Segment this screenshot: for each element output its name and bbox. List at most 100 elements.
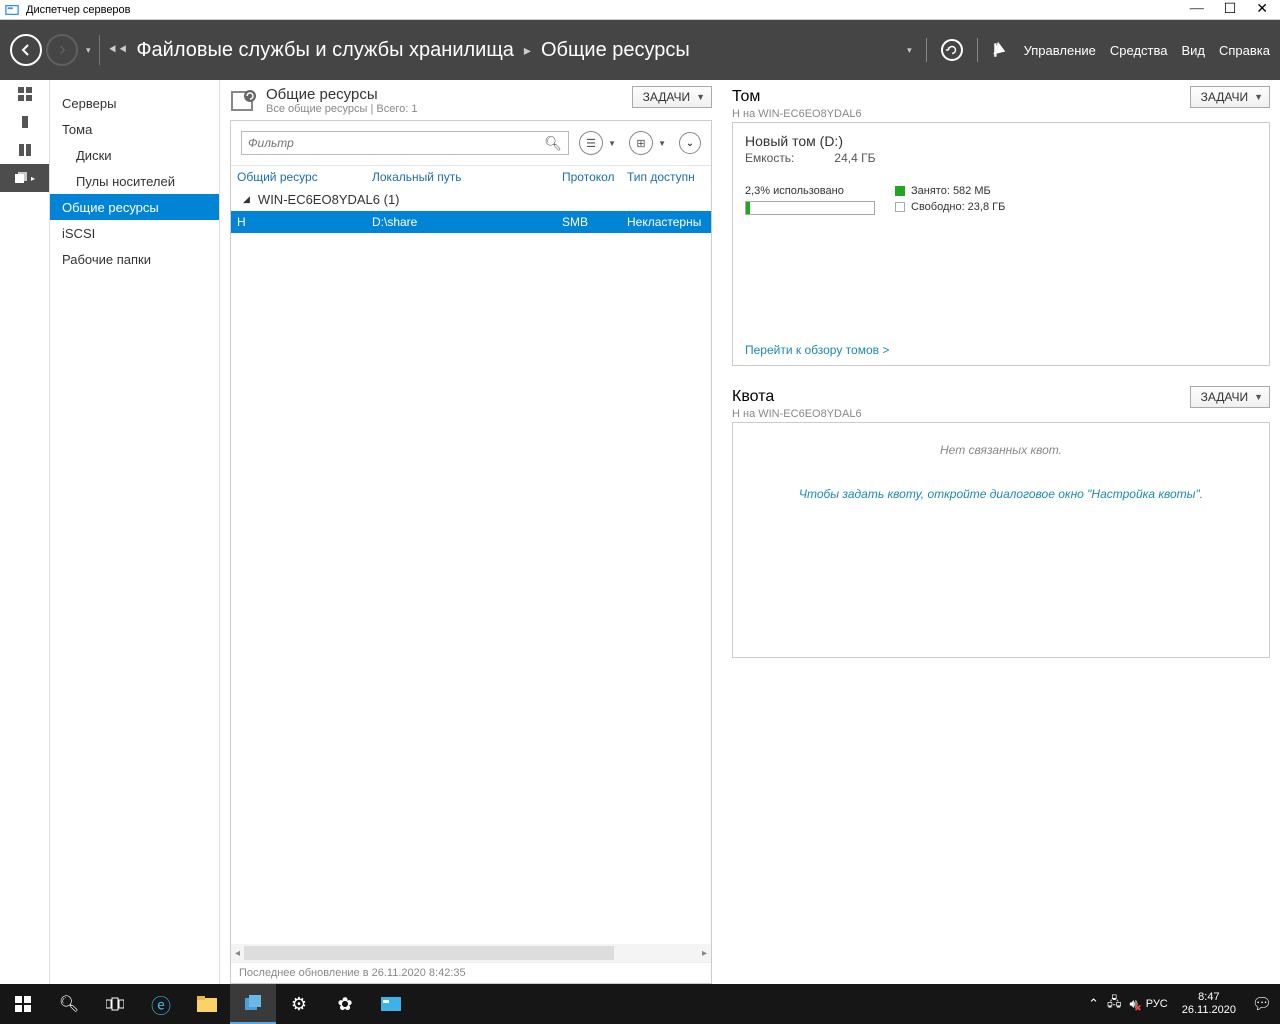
group-label: WIN-EC6EO8YDAL6 (1) [258,192,400,207]
chevron-down-icon: ▼ [1254,392,1263,402]
scroll-left-icon[interactable]: ◂ [235,948,240,959]
sidebar-item-volumes[interactable]: Тома [50,116,219,142]
volume-subtitle: H на WIN-EC6EO8YDAL6 [732,108,1270,120]
breadcrumb-section2[interactable]: Общие ресурсы [541,39,690,62]
shares-tasks-label: ЗАДАЧИ [643,90,690,104]
header-bar: ▾ ⯇⯇ Файловые службы и службы хранилища … [0,20,1280,80]
group-row[interactable]: ◢ WIN-EC6EO8YDAL6 (1) [231,188,711,211]
nav-back-button[interactable] [10,34,42,66]
legend-used: Занято: 582 МБ [911,185,991,197]
capacity-value: 24,4 ГБ [834,151,875,165]
cell-path: D:\share [372,215,562,229]
column-access-type[interactable]: Тип доступн [627,170,705,184]
rail-file-services[interactable]: ▸ [0,164,49,192]
header-separator2 [977,38,978,62]
quota-hint-link[interactable]: Чтобы задать квоту, откройте диалоговое … [745,487,1257,501]
tray-clock[interactable]: 8:47 26.11.2020 [1176,991,1242,1017]
sidebar-item-shares[interactable]: Общие ресурсы [50,194,219,220]
column-local-path[interactable]: Локальный путь [372,170,562,184]
legend-used-swatch [895,186,905,196]
quota-tasks-label: ЗАДАЧИ [1201,390,1248,404]
expand-all-button[interactable]: ⌄ [679,132,701,154]
shares-subtitle: Все общие ресурсы | Всего: 1 [266,103,417,115]
cell-access: Некластерны [627,215,705,229]
legend-free: Свободно: 23,8 ГБ [911,201,1005,213]
filter-input-wrapper[interactable]: 🔍︎ [241,131,569,155]
maximize-button[interactable]: ☐ [1224,1,1237,18]
icon-rail: ▸ [0,80,50,984]
notifications-button[interactable] [992,41,1010,59]
volume-tasks-button[interactable]: ЗАДАЧИ ▼ [1190,86,1270,108]
taskbar-explorer[interactable] [184,984,230,1024]
nav-history-dropdown[interactable]: ▾ [86,45,91,56]
legend-free-swatch [895,202,905,212]
chevron-down-icon: ▼ [696,92,705,102]
shares-title: Общие ресурсы [266,86,417,103]
column-protocol[interactable]: Протокол [562,170,627,184]
rail-expand-icon: ▸ [31,174,35,183]
view-options-button[interactable]: ⊞▼ [629,131,653,155]
header-separator1 [926,38,927,62]
title-bar: Диспетчер серверов — ☐ ✕ [0,0,1280,20]
taskbar-server-manager[interactable] [230,984,276,1024]
shares-tasks-button[interactable]: ЗАДАЧИ ▼ [632,86,712,108]
rail-dashboard[interactable] [0,80,49,108]
start-button[interactable] [0,984,46,1024]
capacity-label: Емкость: [745,151,794,165]
menu-help[interactable]: Справка [1219,43,1270,58]
grouping-button[interactable]: ☰▼ [579,131,603,155]
breadcrumb-prefix-icon[interactable]: ⯇⯇ [108,42,129,58]
sidebar-item-disks[interactable]: Диски [50,142,219,168]
quota-tasks-button[interactable]: ЗАДАЧИ ▼ [1190,386,1270,408]
filter-input[interactable] [248,136,562,150]
breadcrumb: ⯇⯇ Файловые службы и службы хранилища ▸ … [108,39,690,62]
usage-progress-bar [745,201,875,215]
refresh-button[interactable] [941,39,963,61]
tray-language[interactable]: РУС [1146,998,1168,1010]
sidebar-item-iscsi[interactable]: iSCSI [50,220,219,246]
menu-tools[interactable]: Средства [1110,43,1168,58]
shares-icon [230,86,260,116]
scroll-thumb[interactable] [244,946,614,960]
tray-up-icon[interactable]: ⌃ [1088,996,1099,1012]
sidebar-item-servers[interactable]: Серверы [50,90,219,116]
chevron-down-icon: ▼ [1254,92,1263,102]
task-view-button[interactable] [92,984,138,1024]
taskbar-app1[interactable]: ⚙ [276,984,322,1024]
tray-notifications[interactable]: 💬︎ [1250,994,1274,1014]
minimize-button[interactable]: — [1190,1,1204,18]
cell-protocol: SMB [562,215,627,229]
usage-percent: 2,3% использовано [745,185,875,197]
quota-title: Квота [732,388,774,406]
collapse-icon: ◢ [243,194,250,205]
window-title: Диспетчер серверов [26,4,131,16]
quota-subtitle: H на WIN-EC6EO8YDAL6 [732,408,1270,420]
search-icon[interactable]: 🔍︎ [544,135,562,152]
taskbar-app2[interactable]: ✿ [322,984,368,1024]
horizontal-scrollbar[interactable]: ◂ ▸ [231,944,711,962]
column-share[interactable]: Общий ресурс [237,170,372,184]
tray-volume-icon[interactable]: 🔊︎✖ [1130,996,1138,1012]
close-button[interactable]: ✕ [1256,1,1268,18]
tray-time: 8:47 [1182,991,1236,1004]
scroll-right-icon[interactable]: ▸ [702,948,707,959]
menu-view[interactable]: Вид [1181,43,1205,58]
rail-all-servers[interactable] [0,136,49,164]
breadcrumb-dropdown[interactable]: ▾ [907,45,912,56]
breadcrumb-section1[interactable]: Файловые службы и службы хранилища [136,39,514,62]
breadcrumb-arrow-icon: ▸ [524,42,531,59]
sidebar-item-work-folders[interactable]: Рабочие папки [50,246,219,272]
search-button[interactable]: 🔍︎ [46,984,92,1024]
table-header: Общий ресурс Локальный путь Протокол Тип… [231,165,711,188]
table-row[interactable]: H D:\share SMB Некластерны [231,211,711,233]
nav-forward-button[interactable] [46,34,78,66]
taskbar-app3[interactable] [368,984,414,1024]
last-update: Последнее обновление в 26.11.2020 8:42:3… [231,962,711,983]
sidebar-item-storage-pools[interactable]: Пулы носителей [50,168,219,194]
volume-overview-link[interactable]: Перейти к обзору томов > [745,343,889,357]
menu-manage[interactable]: Управление [1024,43,1096,58]
tray-network-icon[interactable]: 🖧︎ [1107,993,1122,1015]
taskbar-ie[interactable]: ⓔ [138,984,184,1024]
rail-local-server[interactable] [0,108,49,136]
volume-tasks-label: ЗАДАЧИ [1201,90,1248,104]
